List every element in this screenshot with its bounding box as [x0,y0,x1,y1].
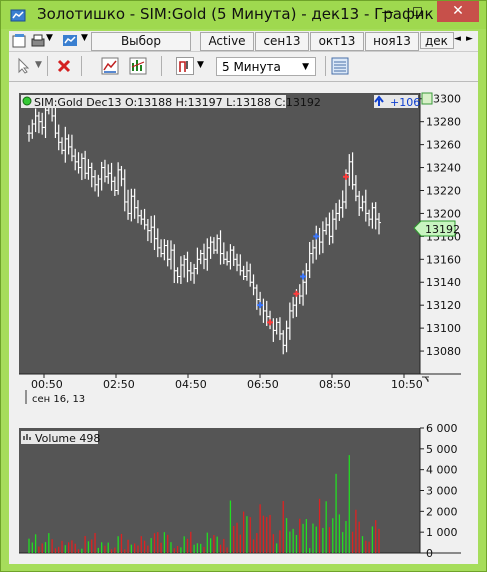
price-tick-label: 13120 [426,299,461,312]
position-text: +106 [390,96,420,109]
properties-icon[interactable] [11,32,29,50]
chart-area: 13080 13100 13120 13140 13160 13180 13200 13220… [9,82,478,564]
tab-oct13[interactable]: окт13 [310,32,364,51]
price-tick-label: 13220 [426,184,461,197]
price-tick-label: 13240 [426,162,461,175]
volume-tick-label: 1 000 [426,526,458,539]
price-tick-label: 13260 [426,139,461,152]
volume-tick-label: 3 000 [426,485,458,498]
instrument-header: SIM:Gold Dec13 O:13188 H:13197 L:13188 C… [34,96,321,109]
time-tick-label: 10:50 [391,378,423,391]
app-icon [10,9,26,22]
tab-nov13[interactable]: ноя13 [365,32,419,51]
strategy-selector[interactable]: Выбор Стратегии [91,32,191,65]
instrument-toolbar: ▼ ▼ Выбор Стратегии Active сен13 окт13 н… [9,31,478,65]
strategies-icon[interactable] [129,57,147,75]
volume-tick-labels: 0 1 000 2 000 3 000 4 000 5 000 6 000 [420,422,458,560]
date-label: сен 16, 13 [32,394,85,405]
data-box-icon[interactable] [331,57,349,75]
print-icon[interactable] [29,32,47,50]
tab-sep13[interactable]: сен13 [255,32,309,51]
print-dropdown-icon[interactable]: ▼ [46,33,53,43]
delete-icon[interactable] [55,57,73,75]
last-price-label: 13192 [425,223,460,236]
chart-window: Золотишко - SIM:Gold (5 Минута) - дек13 … [0,0,487,572]
toolbar-separator [161,56,162,76]
toolbar-separator [47,56,48,76]
minimize-button[interactable]: — [373,1,402,23]
close-button[interactable]: ✕ [437,1,479,22]
volume-tick-label: 0 [426,547,433,560]
price-tick-label: 13140 [426,276,461,289]
bar-type-dropdown-icon[interactable]: ▼ [197,60,204,70]
volume-header: Volume 498 [35,432,100,445]
title-bar[interactable]: Золотишко - SIM:Gold (5 Минута) - дек13 … [1,1,486,29]
timeframe-value: 5 Минута [222,60,281,74]
timeframe-select[interactable]: 5 Минута ▼ [216,57,316,76]
time-tick-label: 08:50 [319,378,351,391]
time-tick-label: 00:50 [31,378,63,391]
toolbar-separator [325,56,326,76]
volume-tick-label: 2 000 [426,505,458,518]
toolbar-separator [81,56,82,76]
cursor-dropdown-icon[interactable]: ▼ [35,60,42,70]
maximize-panel-icon[interactable] [421,92,433,105]
price-tick-label: 13100 [426,322,461,335]
volume-tick-label: 6 000 [426,422,458,435]
chart-canvas[interactable]: 1308013100131201314013160131801320013220… [9,82,478,564]
price-tick-label: 13200 [426,207,461,220]
tabs-scroll-right[interactable]: ► [466,34,473,44]
time-tick-label: 02:50 [103,378,135,391]
time-tick-label: 06:50 [247,378,279,391]
cursor-icon[interactable] [15,57,33,75]
chart-toolbar: ▼ ▼ 5 Минута ▼ [9,52,478,82]
chevron-down-icon: ▼ [302,62,309,72]
instrument-icon[interactable] [61,32,79,50]
volume-tick-label: 4 000 [426,464,458,477]
resize-handle-icon[interactable] [422,376,429,382]
time-tick-label: 04:50 [175,378,207,391]
time-tick-labels: 00:50 02:50 04:50 06:50 08:50 10:50 [31,374,423,391]
volume-tick-label: 5 000 [426,443,458,456]
price-tick-label: 13080 [426,345,461,358]
price-panel-background [19,93,420,374]
tabs-scroll-left[interactable]: ◄ [454,34,461,44]
status-indicator-icon [22,96,32,106]
tab-dec13[interactable]: дек [420,32,454,49]
instrument-dropdown-icon[interactable]: ▼ [81,33,88,43]
maximize-button[interactable]: ☐ [403,1,432,23]
indicators-icon[interactable] [101,57,119,75]
price-tick-label: 13280 [426,116,461,129]
volume-panel-background [19,428,420,553]
tab-active[interactable]: Active [200,32,254,51]
bar-type-icon[interactable] [176,57,194,75]
price-tick-label: 13160 [426,253,461,266]
